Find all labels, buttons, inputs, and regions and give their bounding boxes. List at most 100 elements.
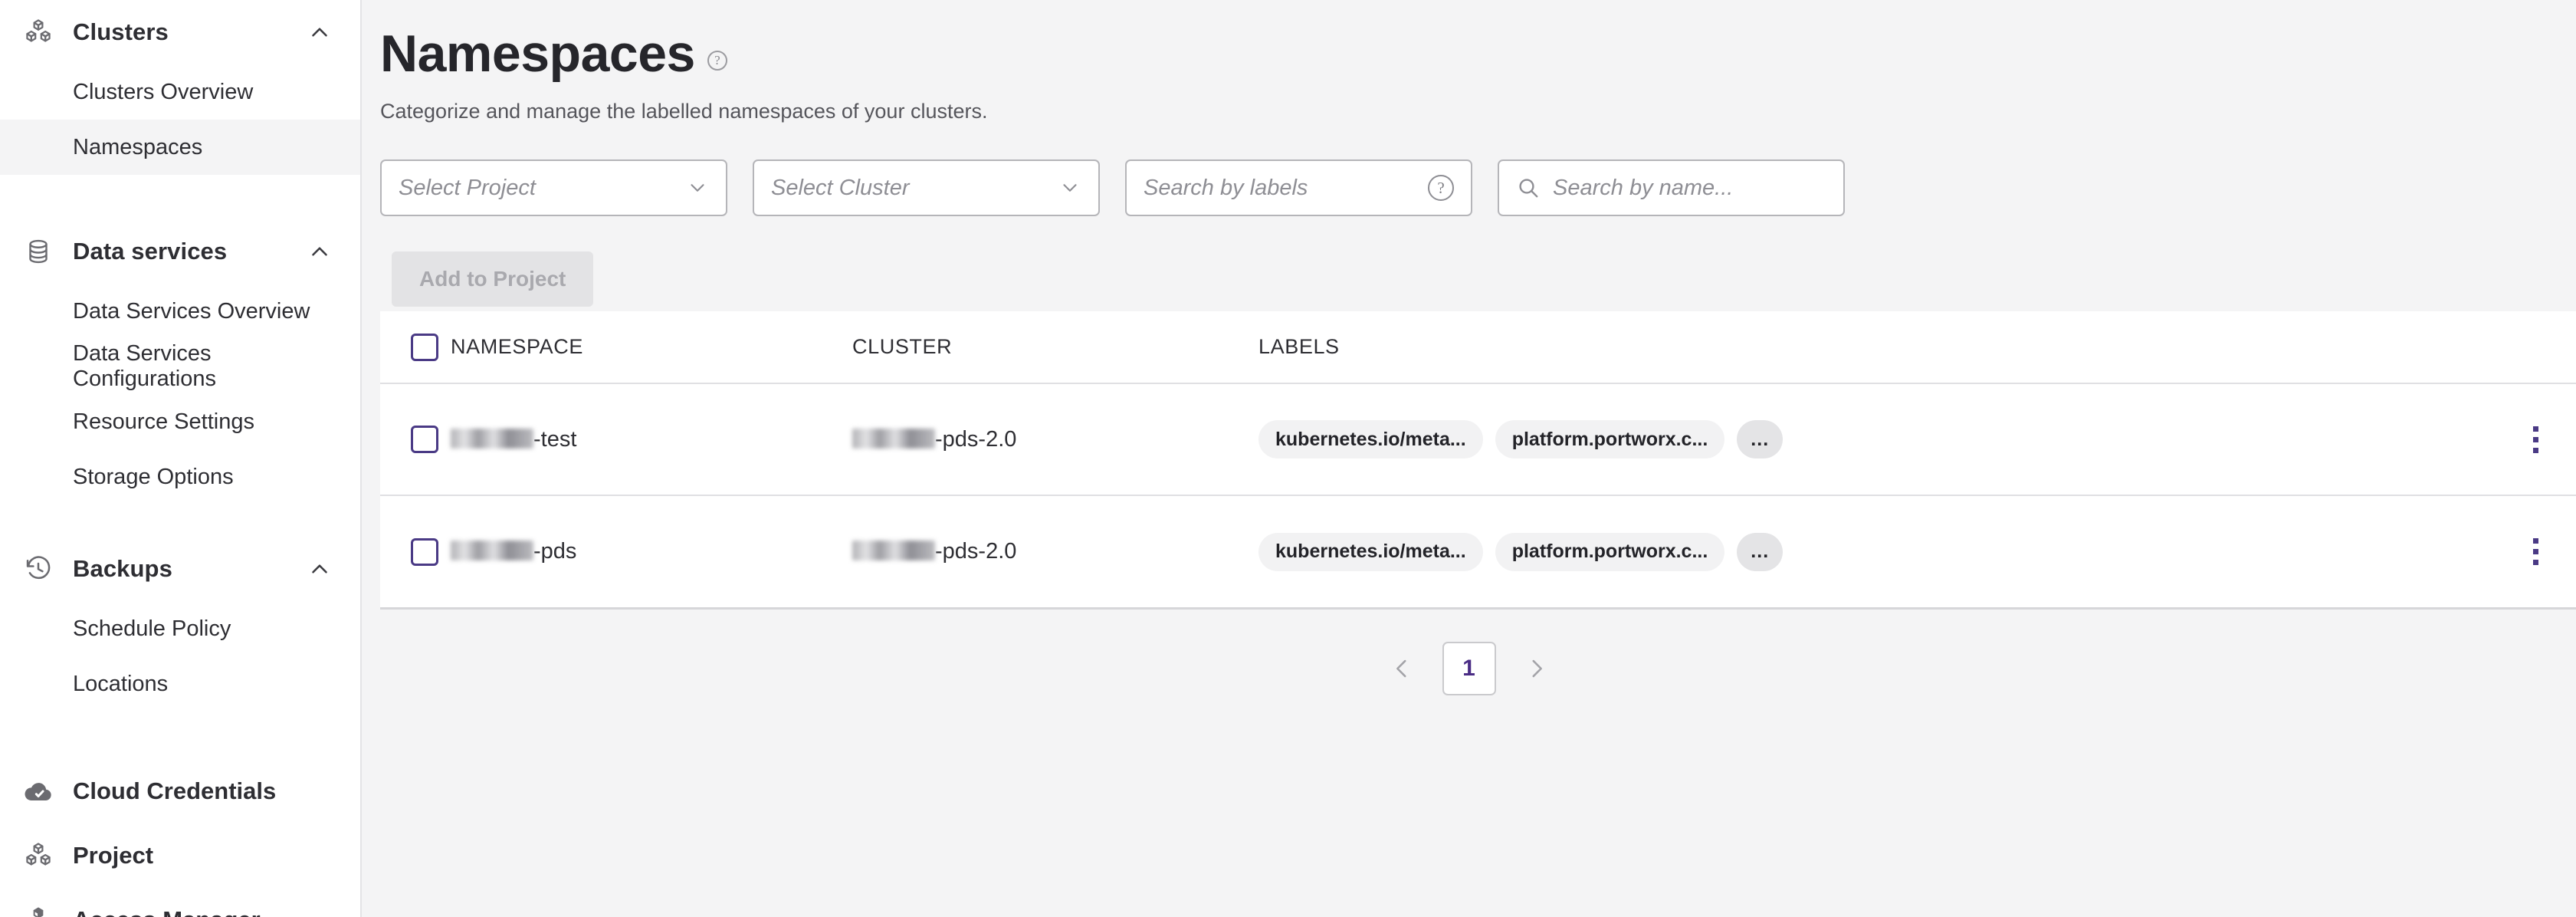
cell-row-actions — [2507, 495, 2576, 607]
label-chip[interactable]: kubernetes.io/meta... — [1258, 532, 1483, 571]
label-chip-more[interactable]: ... — [1737, 420, 1784, 458]
sidebar-item-label: Access Manager — [73, 906, 261, 917]
search-by-labels-placeholder: Search by labels — [1144, 175, 1308, 200]
redacted-cluster-prefix — [852, 541, 935, 560]
add-to-project-button[interactable]: Add to Project — [392, 251, 594, 307]
sidebar-item-data-services-configurations[interactable]: Data Services Configurations — [0, 339, 360, 394]
namespaces-table-card: Add to Project NAMESPACE CLUSTER LABELS — [380, 247, 2576, 610]
sidebar-item-label: Locations — [73, 671, 169, 696]
sidebar-group-header-clusters[interactable]: Clusters — [0, 0, 360, 64]
namespace-value: -pds — [533, 539, 577, 564]
row-select-cell — [380, 495, 451, 607]
namespace-value: -test — [533, 426, 577, 452]
cubes-outline-icon — [17, 841, 60, 870]
column-header-actions — [2507, 311, 2576, 383]
sidebar-item-clusters-overview[interactable]: Clusters Overview — [0, 64, 360, 120]
select-project-placeholder: Select Project — [399, 175, 536, 200]
row-checkbox[interactable] — [411, 426, 438, 453]
chevron-down-icon — [686, 176, 709, 199]
cell-namespace: -pds — [451, 495, 852, 607]
table-header-row: NAMESPACE CLUSTER LABELS — [380, 311, 2576, 383]
row-select-cell — [380, 383, 451, 495]
search-by-name-placeholder: Search by name... — [1553, 175, 1734, 200]
sidebar-item-access-manager[interactable]: Access Manager — [0, 888, 360, 917]
label-chip-list: kubernetes.io/meta... platform.portworx.… — [1258, 532, 2507, 571]
sidebar-item-namespaces[interactable]: Namespaces — [0, 120, 360, 175]
table-body: -test -pds-2.0 kubernetes.io/meta... pla… — [380, 383, 2576, 607]
sidebar-item-cloud-credentials[interactable]: Cloud Credentials — [0, 759, 360, 823]
sidebar-group-header-backups[interactable]: Backups — [0, 537, 360, 601]
label-chip-more[interactable]: ... — [1737, 532, 1784, 571]
sidebar-item-label: Storage Options — [73, 464, 234, 489]
chevron-up-icon[interactable] — [307, 19, 333, 45]
select-cluster-placeholder: Select Cluster — [771, 175, 910, 200]
sidebar-item-label: Clusters Overview — [73, 79, 254, 104]
sidebar-group-backups: Backups Schedule Policy Locations — [0, 537, 360, 712]
redacted-cluster-prefix — [852, 428, 935, 449]
cell-labels: kubernetes.io/meta... platform.portworx.… — [1258, 495, 2507, 607]
database-icon — [17, 238, 60, 265]
sidebar-item-label: Schedule Policy — [73, 616, 231, 641]
sidebar-item-schedule-policy[interactable]: Schedule Policy — [0, 601, 360, 656]
sidebar-item-locations[interactable]: Locations — [0, 656, 360, 712]
column-header-namespace[interactable]: NAMESPACE — [451, 311, 852, 383]
row-checkbox[interactable] — [411, 537, 438, 566]
cell-cluster: -pds-2.0 — [852, 383, 1258, 495]
cubes-solid-icon — [17, 905, 60, 917]
kebab-menu-icon[interactable] — [2507, 538, 2576, 565]
pagination-next-button[interactable] — [1519, 651, 1554, 686]
redacted-namespace-prefix — [451, 428, 533, 449]
select-project-dropdown[interactable]: Select Project — [380, 159, 727, 216]
sidebar-item-label: Namespaces — [73, 134, 203, 159]
cell-cluster: -pds-2.0 — [852, 495, 1258, 607]
cluster-value: -pds-2.0 — [935, 539, 1017, 564]
label-chip[interactable]: platform.portworx.c... — [1495, 532, 1725, 571]
table-row[interactable]: -test -pds-2.0 kubernetes.io/meta... pla… — [380, 383, 2576, 495]
main-content: Namespaces ? Categorize and manage the l… — [362, 0, 2576, 917]
sidebar-group-header-data-services[interactable]: Data services — [0, 219, 360, 284]
page-header: Namespaces ? Categorize and manage the l… — [362, 0, 2576, 123]
search-by-name-input[interactable]: Search by name... — [1498, 159, 1845, 216]
search-by-labels-input[interactable]: Search by labels ? — [1125, 159, 1472, 216]
sidebar-item-label: Data Services Configurations — [73, 341, 216, 391]
cell-labels: kubernetes.io/meta... platform.portworx.… — [1258, 383, 2507, 495]
sidebar-item-project[interactable]: Project — [0, 823, 360, 888]
history-clock-icon — [17, 554, 60, 583]
pagination-prev-button[interactable] — [1384, 651, 1419, 686]
app-root: Clusters Clusters Overview Namespaces Da… — [0, 0, 2576, 917]
cluster-value: -pds-2.0 — [935, 426, 1017, 452]
sidebar-item-label: Resource Settings — [73, 409, 254, 434]
table-row[interactable]: -pds -pds-2.0 kubernetes.io/meta... plat… — [380, 495, 2576, 607]
chevron-up-icon[interactable] — [307, 556, 333, 582]
sidebar-item-storage-options[interactable]: Storage Options — [0, 449, 360, 505]
sidebar: Clusters Clusters Overview Namespaces Da… — [0, 0, 362, 917]
cubes-icon — [17, 18, 60, 47]
question-circle-icon[interactable]: ? — [1428, 175, 1454, 201]
redacted-namespace-prefix — [451, 541, 533, 560]
cloud-check-icon — [17, 776, 60, 807]
column-header-cluster[interactable]: CLUSTER — [852, 311, 1258, 383]
column-header-labels[interactable]: LABELS — [1258, 311, 2507, 383]
select-all-checkbox[interactable] — [411, 333, 438, 361]
label-chip[interactable]: kubernetes.io/meta... — [1258, 420, 1483, 458]
label-chip[interactable]: platform.portworx.c... — [1495, 420, 1725, 458]
pagination-page-1[interactable]: 1 — [1442, 642, 1496, 695]
select-cluster-dropdown[interactable]: Select Cluster — [753, 159, 1100, 216]
question-circle-icon[interactable]: ? — [707, 51, 727, 71]
chevron-up-icon[interactable] — [307, 238, 333, 265]
pagination: 1 — [362, 642, 2576, 695]
table-head: NAMESPACE CLUSTER LABELS — [380, 311, 2576, 383]
sidebar-item-resource-settings[interactable]: Resource Settings — [0, 394, 360, 449]
cell-namespace: -test — [451, 383, 852, 495]
sidebar-item-data-services-overview[interactable]: Data Services Overview — [0, 284, 360, 339]
sidebar-item-label: Data Services Overview — [73, 298, 310, 324]
sidebar-group-label: Data services — [73, 238, 228, 265]
sidebar-item-label: Cloud Credentials — [73, 777, 277, 804]
page-subtitle: Categorize and manage the labelled names… — [380, 100, 988, 123]
kebab-menu-icon[interactable] — [2507, 426, 2576, 453]
sidebar-group-clusters: Clusters Clusters Overview Namespaces — [0, 0, 360, 175]
cell-row-actions — [2507, 383, 2576, 495]
